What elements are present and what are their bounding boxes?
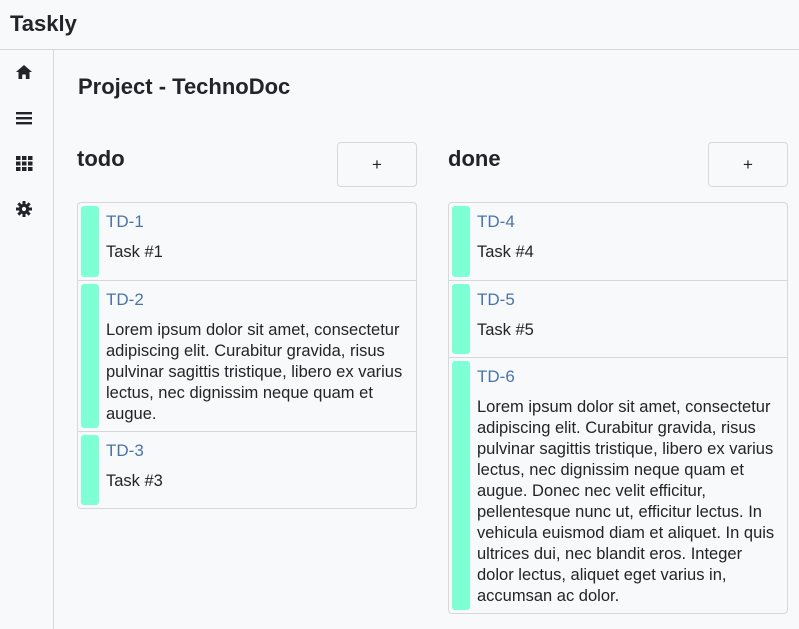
task-card[interactable]: TD-5 Task #5 xyxy=(449,280,787,357)
card-id-link[interactable]: TD-5 xyxy=(477,290,779,310)
add-task-button[interactable]: + xyxy=(337,142,417,187)
card-color-bar xyxy=(81,284,99,428)
card-list: TD-1 Task #1 TD-2 Lorem ipsum dolor sit … xyxy=(77,202,417,509)
task-card[interactable]: TD-1 Task #1 xyxy=(78,203,416,280)
card-text: Task #3 xyxy=(106,472,163,490)
card-color-bar xyxy=(452,361,470,610)
task-card[interactable]: TD-6 Lorem ipsum dolor sit amet, consect… xyxy=(449,357,787,613)
card-list: TD-4 Task #4 TD-5 Task #5 TD-6 Lorem ips… xyxy=(448,202,788,614)
card-id-link[interactable]: TD-1 xyxy=(106,212,408,232)
card-color-bar xyxy=(81,435,99,505)
card-color-bar xyxy=(452,206,470,277)
card-text: Task #5 xyxy=(477,321,534,339)
card-id-link[interactable]: TD-4 xyxy=(477,212,779,232)
card-text: Task #1 xyxy=(106,243,163,261)
add-task-button[interactable]: + xyxy=(708,142,788,187)
task-card[interactable]: TD-4 Task #4 xyxy=(449,203,787,280)
task-card[interactable]: TD-3 Task #3 xyxy=(78,431,416,508)
page-title: Project - TechnoDoc xyxy=(78,74,291,99)
card-color-bar xyxy=(452,284,470,354)
home-icon[interactable] xyxy=(15,63,33,81)
column-title: done xyxy=(448,146,501,171)
top-navbar: Taskly xyxy=(0,0,799,50)
app-brand[interactable]: Taskly xyxy=(10,11,77,37)
card-id-link[interactable]: TD-6 xyxy=(477,367,779,387)
task-card[interactable]: TD-2 Lorem ipsum dolor sit amet, consect… xyxy=(78,280,416,431)
grid-icon[interactable] xyxy=(15,154,33,172)
list-icon[interactable] xyxy=(15,109,33,127)
card-color-bar xyxy=(81,206,99,277)
card-text: Task #4 xyxy=(477,243,534,261)
card-text: Lorem ipsum dolor sit amet, consectetur … xyxy=(477,398,775,605)
main-content: Project - TechnoDoc todo + TD-1 Task #1 … xyxy=(54,50,799,629)
column-title: todo xyxy=(77,146,125,171)
gear-icon[interactable] xyxy=(15,200,33,218)
sidebar xyxy=(0,50,54,629)
card-id-link[interactable]: TD-3 xyxy=(106,441,408,461)
card-id-link[interactable]: TD-2 xyxy=(106,290,408,310)
card-text: Lorem ipsum dolor sit amet, consectetur … xyxy=(106,321,403,423)
